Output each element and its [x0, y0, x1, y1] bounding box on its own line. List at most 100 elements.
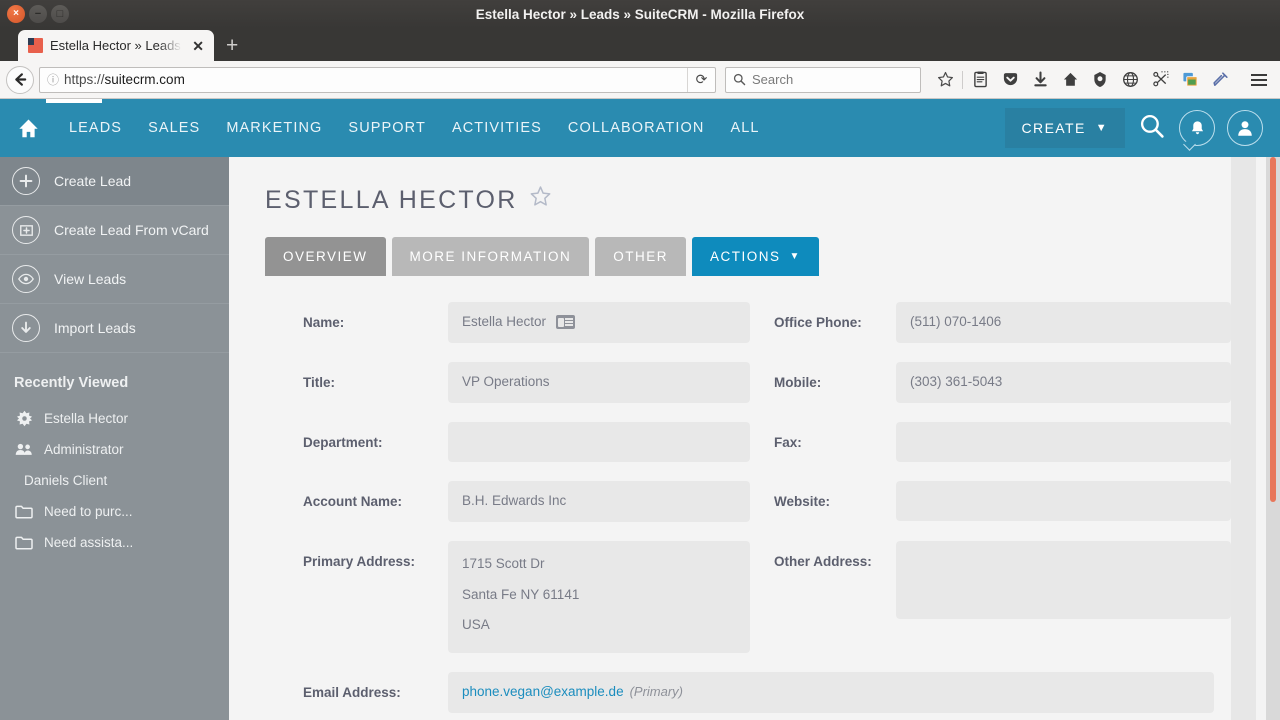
- field-value[interactable]: B.H. Edwards Inc: [448, 480, 750, 522]
- site-info-icon[interactable]: ⓘ: [47, 71, 59, 88]
- field-account-name: Account Name: B.H. Edwards Inc: [265, 480, 750, 541]
- nav-item-support[interactable]: SUPPORT: [335, 120, 439, 136]
- url-bar[interactable]: ⓘ https://suitecrm.com ⟳: [39, 66, 716, 93]
- tab-more-information[interactable]: MORE INFORMATION: [391, 237, 590, 276]
- window-minimize-button[interactable]: −: [29, 5, 47, 23]
- eyedropper-icon[interactable]: [1205, 65, 1235, 95]
- field-value[interactable]: (511) 070-1406: [896, 302, 1231, 343]
- bookmark-star-icon[interactable]: [930, 65, 960, 95]
- recent-item-daniels-client[interactable]: Daniels Client: [0, 465, 229, 496]
- field-primary-address: Primary Address: 1715 Scott Dr Santa Fe …: [265, 540, 750, 672]
- pocket-icon[interactable]: [995, 65, 1025, 95]
- field-value[interactable]: [448, 421, 750, 462]
- home-icon: [18, 119, 38, 137]
- field-value[interactable]: 1715 Scott Dr Santa Fe NY 61141 USA: [448, 540, 750, 653]
- email-link[interactable]: phone.vegan@example.de: [462, 684, 624, 701]
- sidebar-item-label: Create Lead: [54, 173, 132, 189]
- nav-item-collaboration[interactable]: COLLABORATION: [555, 120, 718, 136]
- tab-actions[interactable]: ACTIONS ▼: [692, 237, 819, 276]
- reader-view-icon[interactable]: [965, 65, 995, 95]
- field-value[interactable]: [896, 480, 1231, 521]
- sidebar-item-create-lead-from-vcard[interactable]: Create Lead From vCard: [0, 206, 229, 255]
- container-tabs-icon[interactable]: [1175, 65, 1205, 95]
- create-button[interactable]: CREATE ▼: [1004, 108, 1125, 148]
- browser-tabstrip: Estella Hector » Leads ✕ +: [0, 28, 1280, 61]
- page-right-gutter: [1231, 157, 1256, 720]
- window-title: Estella Hector » Leads » SuiteCRM - Mozi…: [475, 6, 805, 22]
- back-button[interactable]: [6, 65, 34, 94]
- sidebar-item-label: View Leads: [54, 271, 127, 287]
- field-value[interactable]: VP Operations: [448, 361, 750, 403]
- field-fax: Fax:: [750, 421, 1231, 481]
- back-arrow-icon: [14, 73, 26, 86]
- tab-close-icon[interactable]: ✕: [190, 39, 206, 53]
- field-label: Office Phone:: [774, 315, 862, 330]
- home-icon[interactable]: [1055, 65, 1085, 95]
- url-host: suitecrm.com: [104, 72, 185, 87]
- tab-other[interactable]: OTHER: [595, 237, 687, 276]
- nav-item-all[interactable]: ALL: [717, 120, 772, 136]
- search-icon: [733, 73, 746, 86]
- field-row: Title: VP Operations Mobile: (303) 361-5…: [265, 361, 1231, 422]
- downloads-icon[interactable]: [1025, 65, 1055, 95]
- sidebar-item-create-lead[interactable]: Create Lead: [0, 157, 229, 206]
- notifications-button[interactable]: [1179, 110, 1215, 151]
- field-email-address: Email Address: phone.vegan@example.de (P…: [265, 671, 1214, 720]
- browser-menu-button[interactable]: [1244, 65, 1274, 95]
- email-primary-tag: (Primary): [629, 683, 684, 699]
- field-other-address: Other Address:: [750, 540, 1231, 672]
- recent-item-need-assistance[interactable]: Need assista...: [0, 527, 229, 558]
- recent-item-label: Daniels Client: [24, 473, 108, 488]
- recent-item-need-to-purchase[interactable]: Need to purc...: [0, 496, 229, 527]
- field-title: Title: VP Operations: [265, 361, 750, 422]
- field-value[interactable]: Estella Hector: [448, 302, 750, 343]
- field-value[interactable]: [896, 421, 1231, 462]
- nav-item-marketing[interactable]: MARKETING: [213, 120, 335, 136]
- globe-icon[interactable]: [1115, 65, 1145, 95]
- nav-home-button[interactable]: [0, 117, 56, 140]
- scrollbar-thumb[interactable]: [1270, 157, 1276, 502]
- field-value[interactable]: [896, 540, 1231, 619]
- crm-top-navigation: LEADS SALES MARKETING SUPPORT ACTIVITIES…: [0, 99, 1280, 157]
- recent-item-administrator[interactable]: Administrator: [0, 434, 229, 465]
- name-text: Estella Hector: [462, 314, 547, 329]
- tab-overview[interactable]: OVERVIEW: [265, 237, 386, 276]
- star-outline-icon[interactable]: [529, 185, 552, 215]
- field-value[interactable]: (303) 361-5043: [896, 361, 1231, 403]
- field-website: Website:: [750, 480, 1231, 541]
- folder-icon: [14, 505, 34, 519]
- browser-navbar: ⓘ https://suitecrm.com ⟳ Search: [0, 61, 1280, 99]
- reload-button[interactable]: ⟳: [687, 67, 715, 92]
- browser-tab[interactable]: Estella Hector » Leads ✕: [18, 30, 214, 61]
- screenshot-icon[interactable]: [1145, 65, 1175, 95]
- shield-icon[interactable]: [1085, 65, 1115, 95]
- recent-item-estella-hector[interactable]: Estella Hector: [0, 403, 229, 434]
- eye-icon: [12, 265, 40, 293]
- global-search-button[interactable]: [1137, 113, 1167, 144]
- field-mobile: Mobile: (303) 361-5043: [750, 361, 1231, 422]
- crm-main-content: ESTELLA HECTOR OVERVIEW MORE INFORMATION…: [229, 157, 1280, 720]
- window-maximize-button[interactable]: □: [51, 5, 69, 23]
- field-label: Primary Address:: [303, 553, 416, 569]
- sidebar-item-label: Import Leads: [54, 320, 136, 336]
- nav-item-activities[interactable]: ACTIVITIES: [439, 120, 555, 136]
- vcard-icon[interactable]: [556, 315, 576, 330]
- new-tab-button[interactable]: +: [214, 35, 250, 61]
- page-scrollbar[interactable]: [1266, 157, 1280, 720]
- browser-search-box[interactable]: Search: [725, 66, 921, 93]
- record-tabs: OVERVIEW MORE INFORMATION OTHER ACTIONS …: [265, 237, 1280, 276]
- user-profile-button[interactable]: [1227, 110, 1263, 146]
- active-module-indicator: [46, 99, 102, 103]
- sidebar-item-import-leads[interactable]: Import Leads: [0, 304, 229, 353]
- nav-item-leads[interactable]: LEADS: [56, 120, 135, 136]
- search-placeholder: Search: [752, 72, 794, 87]
- record-title-text: ESTELLA HECTOR: [265, 185, 518, 214]
- field-row: Department: Fax:: [265, 421, 1231, 481]
- sidebar-item-label: Create Lead From vCard: [54, 222, 209, 238]
- nav-item-sales[interactable]: SALES: [135, 120, 213, 136]
- field-value[interactable]: phone.vegan@example.de (Primary): [448, 671, 1214, 713]
- window-close-button[interactable]: ×: [7, 5, 25, 23]
- actions-label: ACTIONS: [710, 249, 781, 264]
- sidebar-item-view-leads[interactable]: View Leads: [0, 255, 229, 304]
- chevron-down-icon: ▼: [1095, 122, 1108, 134]
